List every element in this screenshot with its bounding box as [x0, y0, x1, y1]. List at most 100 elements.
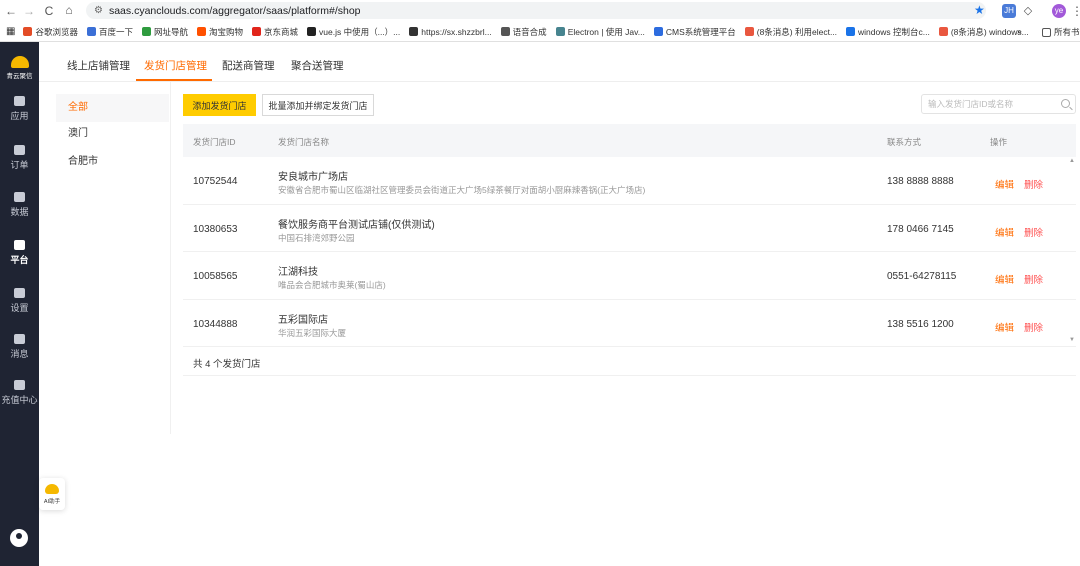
menu-icon[interactable]: ⋮ [1068, 4, 1080, 18]
apps-icon[interactable]: ▦ [6, 26, 15, 37]
extension-icon[interactable]: JH [1002, 4, 1016, 18]
region-item-macau[interactable]: 澳门 [56, 120, 169, 148]
tab-shipping-stores[interactable]: 发货门店管理 [144, 58, 207, 73]
bookmarks-bar: ▦ 谷歌浏览器 百度一下 网址导航 淘宝购物 京东商城 vue.js 中使用（...）..… [0, 22, 1080, 42]
bookmark-item[interactable]: windows 控制台c... [846, 26, 930, 38]
total-count: 共 4 个发货门店 [193, 359, 261, 370]
url-bar[interactable]: ⚙ saas.cyanclouds.com/aggregator/saas/pl… [86, 2, 986, 19]
edit-button[interactable]: 编辑 [995, 225, 1014, 239]
bookmark-favicon-icon [86, 27, 96, 36]
store-name: 安良城市广场店 [278, 172, 348, 183]
tab-online-stores[interactable]: 线上店铺管理 [67, 58, 130, 73]
bookmark-item[interactable]: 淘宝购物 [197, 26, 243, 38]
tab-aggregate-delivery[interactable]: 聚合送管理 [291, 58, 344, 73]
helper-mascot-icon [45, 484, 59, 494]
table-footer: 共 4 个发货门店 [183, 347, 1076, 376]
store-phone: 138 5516 1200 [887, 318, 954, 330]
user-avatar[interactable] [10, 529, 28, 547]
header-id: 发货门店ID [193, 137, 236, 147]
site-settings-icon[interactable]: ⚙ [94, 5, 103, 16]
ai-helper-widget[interactable]: AI助手 [39, 478, 65, 510]
store-phone: 178 0466 7145 [887, 223, 954, 235]
bookmark-item[interactable]: 京东商城 [252, 26, 298, 38]
bookmark-item[interactable]: vue.js 中使用（...）... [307, 26, 400, 38]
scroll-down-icon[interactable]: ▼ [1069, 337, 1075, 343]
profile-icon[interactable]: ye [1052, 4, 1066, 18]
bookmark-item[interactable]: 语音合成 [500, 26, 547, 38]
search-icon[interactable] [1061, 99, 1070, 108]
edit-button[interactable]: 编辑 [995, 272, 1014, 286]
batch-add-button[interactable]: 批量添加并绑定发货门店 [262, 94, 374, 116]
scroll-up-icon[interactable]: ▲ [1069, 158, 1075, 164]
folder-icon [1042, 27, 1051, 37]
sidebar-item-apps[interactable]: 应用 [0, 96, 39, 122]
sidebar-item-orders[interactable]: 订单 [0, 145, 39, 171]
more-bookmarks-icon[interactable]: » [1017, 26, 1022, 36]
table-row: 10058565 江湖科技 唯品会合肥城市奥莱(蜀山店) 0551-64278115 编… [183, 252, 1076, 300]
store-address: 中国石排湾郊野公园 [278, 232, 355, 243]
table-scrollbar[interactable] [1066, 157, 1076, 347]
tab-delivery-providers[interactable]: 配送商管理 [222, 58, 275, 73]
bookmark-item[interactable]: (8条消息) 利用elect... [744, 26, 837, 38]
store-id: 10752544 [193, 176, 238, 187]
bookmark-item[interactable]: 谷歌浏览器 [23, 26, 78, 38]
header-op: 操作 [990, 137, 1008, 147]
sidebar-item-messages[interactable]: 消息 [0, 334, 39, 360]
bookmark-item[interactable]: 百度一下 [86, 26, 133, 38]
browser-toolbar: ← → C ⌂ ⚙ saas.cyanclouds.com/aggregator… [0, 0, 1080, 22]
bookmark-item[interactable]: CMS系统管理平台 [653, 26, 736, 38]
puzzle-icon[interactable]: ◇ [1021, 4, 1035, 18]
store-table: 发货门店ID 发货门店名称 联系方式 操作 10752544 安良城市广场店 安徽省… [183, 124, 1076, 376]
bookmark-favicon-icon [500, 27, 510, 36]
sidebar-item-recharge[interactable]: 充值中心 [0, 380, 39, 406]
add-store-button[interactable]: 添加发货门店 [183, 94, 256, 116]
delete-button[interactable]: 删除 [1024, 320, 1043, 334]
region-filter: 全部 澳门 合肥市 [56, 92, 169, 432]
header-contact: 联系方式 [887, 137, 922, 147]
bookmark-favicon-icon [653, 27, 663, 36]
bookmark-favicon-icon [307, 27, 317, 36]
bookmark-favicon-icon [23, 27, 33, 36]
forward-icon[interactable]: → [20, 4, 38, 18]
all-bookmarks[interactable]: 所有书签 [1042, 26, 1080, 38]
bookmark-star-icon[interactable]: ★ [974, 3, 985, 17]
bookmark-favicon-icon [197, 27, 206, 36]
bookmark-item[interactable]: https://sx.shzzbrl... [409, 26, 492, 38]
edit-button[interactable]: 编辑 [995, 177, 1014, 191]
sidebar-item-data[interactable]: 数据 [0, 192, 39, 218]
store-name: 江湖科技 [278, 267, 318, 278]
grid-icon [14, 96, 25, 106]
table-row: 10380653 餐饮服务商平台测试店铺(仅供测试) 中国石排湾郊野公园 178 04… [183, 205, 1076, 252]
region-item-hefei[interactable]: 合肥市 [56, 148, 169, 176]
page-tabs: 线上店铺管理 发货门店管理 配送商管理 聚合送管理 [39, 42, 1080, 82]
back-icon[interactable]: ← [2, 4, 20, 18]
bookmark-item[interactable]: (8条消息) windows... [938, 26, 1029, 38]
table-row: 10752544 安良城市广场店 安徽省合肥市蜀山区临湖社区管理委员会街道正大广场5… [183, 157, 1076, 205]
delete-button[interactable]: 删除 [1024, 177, 1043, 191]
delete-button[interactable]: 删除 [1024, 225, 1043, 239]
home-icon[interactable]: ⌂ [60, 3, 78, 17]
bookmark-item[interactable]: 网址导航 [141, 26, 188, 38]
store-id: 10058565 [193, 271, 238, 282]
reload-icon[interactable]: C [40, 4, 58, 18]
table-header: 发货门店ID 发货门店名称 联系方式 操作 [183, 124, 1076, 157]
bookmark-favicon-icon [938, 27, 948, 36]
sidebar-item-platform[interactable]: 平台 [0, 240, 39, 266]
store-search [921, 94, 1076, 114]
delete-button[interactable]: 删除 [1024, 272, 1043, 286]
region-item-all[interactable]: 全部 [56, 94, 169, 122]
header-name: 发货门店名称 [278, 137, 330, 147]
sidebar-item-settings[interactable]: 设置 [0, 288, 39, 314]
bookmark-favicon-icon [555, 27, 565, 36]
wallet-icon [14, 380, 25, 390]
gear-icon [14, 288, 25, 298]
bookmark-favicon-icon [252, 27, 262, 36]
edit-button[interactable]: 编辑 [995, 320, 1014, 334]
panel-divider [170, 82, 171, 434]
bookmark-item[interactable]: Electron | 使用 Jav... [555, 26, 645, 38]
cloud-logo-icon [10, 56, 29, 68]
search-input[interactable] [922, 95, 1052, 113]
bookmark-favicon-icon [846, 27, 856, 36]
store-id: 10344888 [193, 318, 238, 330]
store-phone: 138 8888 8888 [887, 176, 954, 187]
